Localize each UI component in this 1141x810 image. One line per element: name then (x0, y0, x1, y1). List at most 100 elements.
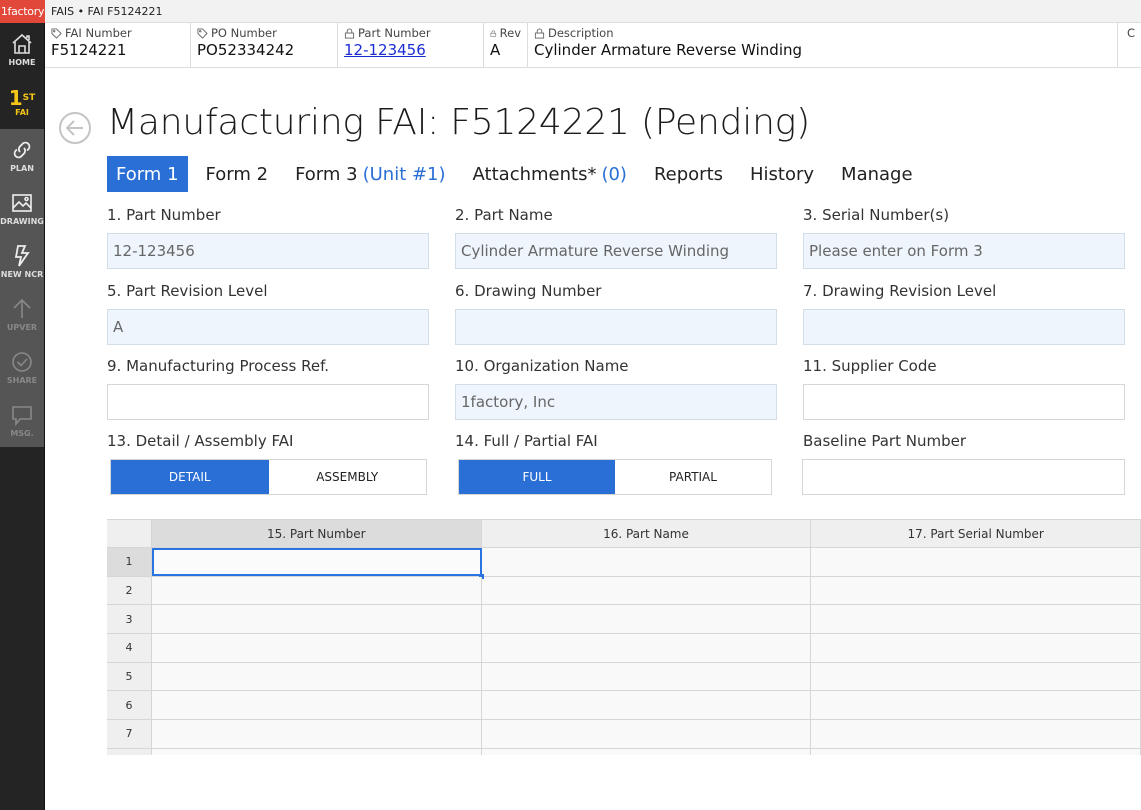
grid-cell[interactable] (151, 720, 482, 748)
grid-cell[interactable] (811, 548, 1141, 576)
tab-attachments[interactable]: Attachments* (0) (464, 156, 636, 192)
sidebar-item-upver[interactable]: UPVER (0, 288, 44, 341)
sidebar-label: NEW NCR (0, 270, 44, 279)
grid-cell[interactable] (811, 634, 1141, 662)
back-arrow-icon[interactable] (58, 111, 92, 145)
part-revision-input[interactable]: A (107, 309, 429, 345)
table-row (107, 748, 1141, 755)
grid-corner[interactable] (107, 520, 152, 547)
row-header[interactable] (107, 748, 152, 755)
grid-cell[interactable] (811, 605, 1141, 634)
table-row: 7 (107, 720, 1141, 749)
drawing-revision-input[interactable] (803, 309, 1125, 345)
assembly-option[interactable]: ASSEMBLY (269, 460, 427, 494)
grid-cell[interactable] (811, 691, 1141, 720)
row-header[interactable]: 4 (107, 634, 152, 662)
column-header-part-name[interactable]: 16. Part Name (481, 520, 812, 547)
grid-cell[interactable] (811, 576, 1141, 605)
tab-form-3[interactable]: Form 3 (Unit #1) (286, 156, 454, 192)
field-detail-assembly: 13. Detail / Assembly FAI DETAIL ASSEMBL… (107, 432, 429, 495)
full-partial-toggle: FULL PARTIAL (458, 459, 772, 495)
grid-cell[interactable] (481, 748, 812, 755)
grid-cell[interactable] (151, 748, 482, 755)
lock-icon (344, 27, 355, 39)
grid-header-row: 15. Part Number 16. Part Name 17. Part S… (107, 520, 1141, 548)
full-option[interactable]: FULL (459, 460, 615, 494)
description-value: Cylinder Armature Reverse Winding (534, 41, 803, 59)
field-label: 2. Part Name (455, 206, 553, 224)
row-header[interactable]: 5 (107, 662, 152, 691)
column-header-part-number[interactable]: 15. Part Number (151, 520, 482, 547)
sidebar-item-drawing[interactable]: DRAWING (0, 182, 44, 235)
tag-icon (197, 27, 208, 39)
part-name-input[interactable]: Cylinder Armature Reverse Winding (455, 233, 777, 269)
tab-manage[interactable]: Manage (832, 156, 922, 192)
sidebar-item-share[interactable]: SHARE (0, 341, 44, 394)
row-header[interactable]: 7 (107, 720, 152, 748)
grid-cell[interactable] (811, 662, 1141, 691)
serial-numbers-input[interactable]: Please enter on Form 3 (803, 233, 1125, 269)
sidebar-item-fai[interactable]: 1ST FAI (0, 76, 44, 129)
sidebar-item-msg[interactable]: MSG. (0, 394, 44, 447)
sidebar-label: SHARE (6, 376, 38, 385)
sidebar-label: PLAN (10, 164, 34, 173)
brand-logo[interactable]: 1factory (0, 0, 45, 23)
grid-cell[interactable] (151, 576, 482, 605)
table-row: 1 (107, 548, 1141, 579)
field-drawing-number: 6. Drawing Number (455, 282, 777, 345)
grid-cell[interactable] (481, 576, 812, 605)
sidebar-item-plan[interactable]: PLAN (0, 129, 44, 182)
field-organization-name: 10. Organization Name 1factory, Inc (455, 357, 777, 420)
organization-name-input[interactable]: 1factory, Inc (455, 384, 777, 420)
manufacturing-process-input[interactable] (107, 384, 429, 420)
grid-cell[interactable] (811, 748, 1141, 755)
row-header[interactable]: 3 (107, 605, 152, 634)
field-supplier-code: 11. Supplier Code (803, 357, 1125, 420)
baseline-part-number-input[interactable] (802, 459, 1125, 495)
part-number-input[interactable]: 12-123456 (107, 233, 429, 269)
fai-number-value: F5124221 (51, 41, 127, 59)
first-icon: 1ST (8, 86, 36, 110)
lock-icon (534, 27, 545, 39)
row-header[interactable]: 6 (107, 691, 152, 720)
grid-cell[interactable] (151, 691, 482, 720)
sidebar-item-home[interactable]: HOME (0, 23, 44, 76)
field-serial-numbers: 3. Serial Number(s) Please enter on Form… (803, 206, 1125, 269)
grid-cell[interactable] (481, 720, 812, 748)
field-label: 3. Serial Number(s) (803, 206, 950, 224)
grid-cell[interactable] (151, 662, 482, 691)
row-header[interactable]: 2 (107, 576, 152, 605)
grid-cell[interactable] (811, 720, 1141, 748)
grid-cell[interactable] (481, 634, 812, 662)
grid-cell-selected[interactable] (151, 548, 484, 579)
tab-reports[interactable]: Reports (645, 156, 732, 192)
tab-form-1[interactable]: Form 1 (107, 156, 188, 192)
rev-label: Rev (499, 26, 521, 40)
field-label: 14. Full / Partial FAI (455, 432, 598, 450)
po-number-label: PO Number (211, 26, 277, 40)
tab-history[interactable]: History (741, 156, 823, 192)
parts-grid: 15. Part Number 16. Part Name 17. Part S… (107, 519, 1141, 755)
supplier-code-input[interactable] (803, 384, 1125, 420)
grid-cell[interactable] (481, 548, 812, 576)
field-drawing-revision-level: 7. Drawing Revision Level (803, 282, 1125, 345)
description-label: Description (548, 26, 614, 40)
column-header-part-serial-number[interactable]: 17. Part Serial Number (811, 520, 1141, 547)
grid-cell[interactable] (481, 691, 812, 720)
partial-option[interactable]: PARTIAL (615, 460, 771, 494)
grid-cell[interactable] (481, 662, 812, 691)
tab-form-2[interactable]: Form 2 (197, 156, 278, 192)
row-header[interactable]: 1 (107, 548, 152, 576)
grid-cell[interactable] (481, 605, 812, 634)
message-icon (12, 406, 32, 427)
grid-cell[interactable] (151, 605, 482, 634)
detail-option[interactable]: DETAIL (111, 460, 269, 494)
field-manufacturing-process-ref: 9. Manufacturing Process Ref. (107, 357, 429, 420)
table-row: 6 (107, 691, 1141, 721)
part-number-link[interactable]: 12-123456 (344, 41, 477, 59)
grid-cell[interactable] (151, 634, 482, 662)
field-label: 9. Manufacturing Process Ref. (107, 357, 330, 375)
sidebar-item-new-ncr[interactable]: NEW NCR (0, 235, 44, 288)
page-title: Manufacturing FAI: F5124221 (Pending) (107, 102, 810, 143)
drawing-number-input[interactable] (455, 309, 777, 345)
